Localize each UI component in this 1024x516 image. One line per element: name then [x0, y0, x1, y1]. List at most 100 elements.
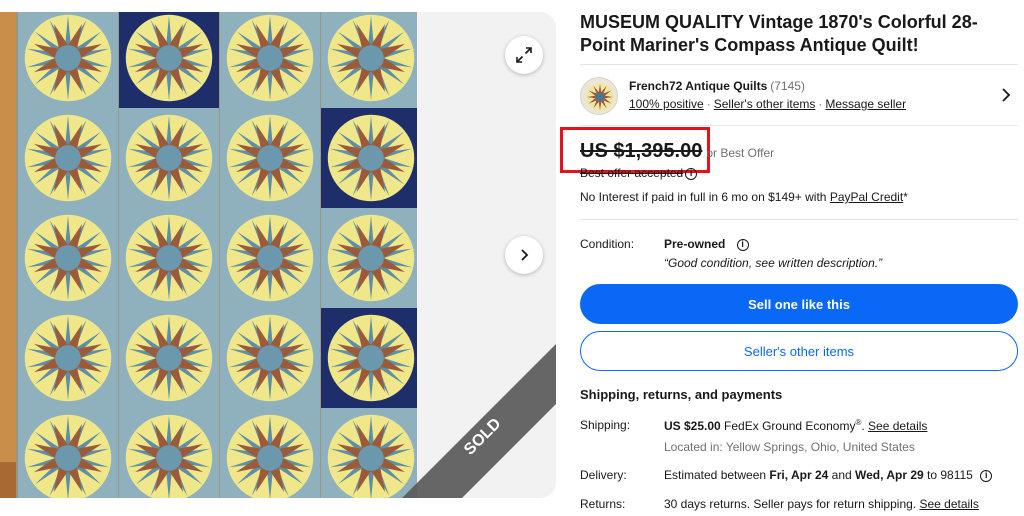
- item-location: Located in: Yellow Springs, Ohio, United…: [664, 440, 915, 454]
- delivery-label: Delivery:: [580, 468, 627, 482]
- seller-name-row: French72 Antique Quilts (7145): [629, 79, 805, 93]
- registered-mark: ®: [855, 418, 862, 427]
- expand-icon: [516, 47, 532, 63]
- quilt-block: [220, 12, 320, 108]
- compass-star-icon: [125, 14, 213, 102]
- compass-star-icon: [125, 414, 213, 498]
- credit-text: No Interest if paid in full in 6 mo on $…: [580, 190, 830, 204]
- delivery-start: Fri, Apr 24: [769, 468, 829, 482]
- info-icon[interactable]: i: [736, 238, 749, 251]
- quilt-block: [18, 208, 118, 308]
- compass-star-icon: [226, 14, 314, 102]
- compass-star-icon: [327, 14, 415, 102]
- compass-star-icon: [226, 314, 314, 402]
- paypal-credit-link[interactable]: PayPal Credit: [830, 190, 903, 204]
- compass-star-icon: [327, 114, 415, 202]
- shipping-service: FedEx Ground Economy: [720, 419, 856, 433]
- seller-links: 100% positive · Seller's other items · Messa…: [629, 97, 906, 111]
- compass-star-icon: [327, 414, 415, 498]
- delivery-and: and: [828, 468, 856, 482]
- compass-star-icon: [125, 214, 213, 302]
- shipping-heading: Shipping, returns, and payments: [580, 387, 783, 402]
- info-icon[interactable]: i: [685, 167, 698, 180]
- quilt-block: [321, 12, 417, 108]
- compass-star-icon: [226, 414, 314, 498]
- compass-star-icon: [24, 314, 112, 402]
- shipping-cost: US $25.00: [664, 419, 721, 433]
- shipping-value: US $25.00 FedEx Ground Economy®. See det…: [664, 418, 928, 433]
- next-image-button[interactable]: [505, 236, 543, 274]
- quilt-block: [119, 208, 219, 308]
- condition-text: Pre-owned: [664, 237, 726, 251]
- sold-badge: SOLD: [461, 415, 504, 458]
- returns-label: Returns:: [580, 497, 626, 511]
- quilt-block: [119, 108, 219, 208]
- quilt-block: [220, 408, 320, 498]
- separator: ·: [818, 97, 823, 111]
- seller-avatar[interactable]: [580, 77, 618, 115]
- quilt-block: [321, 108, 417, 208]
- seller-card[interactable]: French72 Antique Quilts (7145) 100% posit…: [580, 64, 1018, 126]
- offer-status-text: Best offer accepted: [580, 166, 684, 180]
- image-gallery[interactable]: SOLD: [0, 12, 556, 498]
- delivery-value: Estimated between Fri, Apr 24 and Wed, A…: [664, 468, 993, 482]
- compass-star-icon: [125, 314, 213, 402]
- background-floor: [0, 462, 16, 498]
- compass-star-icon: [24, 214, 112, 302]
- chevron-right-icon: [521, 249, 529, 261]
- returns-text: 30 days returns. Seller pays for return …: [664, 497, 920, 511]
- returns-details-link[interactable]: See details: [919, 497, 978, 511]
- seller-name[interactable]: French72 Antique Quilts: [629, 79, 767, 93]
- seller-feedback-count: (7145): [770, 79, 805, 93]
- offer-status: Best offer accepted i: [580, 166, 698, 180]
- quilt-block: [119, 408, 219, 498]
- condition-note: “Good condition, see written description…: [664, 256, 883, 270]
- seller-other-items-link[interactable]: Seller's other items: [714, 97, 816, 111]
- chevron-right-icon[interactable]: [1000, 87, 1012, 103]
- quilt-photo[interactable]: [16, 12, 417, 498]
- background-wall: [0, 12, 16, 498]
- sellers-other-items-button[interactable]: Seller's other items: [580, 331, 1018, 371]
- message-seller-link[interactable]: Message seller: [825, 97, 906, 111]
- delivery-zip: to 98115: [923, 468, 973, 482]
- divider: [580, 219, 1018, 220]
- quilt-block: [321, 308, 417, 408]
- listing-title: MUSEUM QUALITY Vintage 1870's Colorful 2…: [580, 12, 978, 55]
- separator: ·: [706, 97, 711, 111]
- shipping-details-link[interactable]: See details: [868, 419, 927, 433]
- compass-star-icon: [327, 214, 415, 302]
- compass-star-icon: [327, 314, 415, 402]
- quilt-block: [18, 108, 118, 208]
- seller-positive-link[interactable]: 100% positive: [629, 97, 704, 111]
- compass-star-icon: [125, 114, 213, 202]
- compass-star-icon: [226, 214, 314, 302]
- sell-one-like-this-button[interactable]: Sell one like this: [580, 284, 1018, 324]
- quilt-block: [119, 12, 219, 108]
- compass-star-icon: [226, 114, 314, 202]
- shipping-label: Shipping:: [580, 418, 631, 432]
- or-best-offer: or Best Offer: [706, 146, 775, 160]
- quilt-block: [18, 308, 118, 408]
- quilt-block: [18, 408, 118, 498]
- delivery-prefix: Estimated between: [664, 468, 770, 482]
- delivery-end: Wed, Apr 29: [855, 468, 924, 482]
- item-price: US $1,395.00: [580, 140, 703, 162]
- compass-logo-icon: [586, 83, 614, 111]
- condition-label: Condition:: [580, 237, 635, 251]
- quilt-block: [220, 208, 320, 308]
- quilt-block: [119, 308, 219, 408]
- quilt-block: [18, 12, 118, 108]
- compass-star-icon: [24, 114, 112, 202]
- compass-star-icon: [24, 14, 112, 102]
- quilt-block: [220, 108, 320, 208]
- compass-star-icon: [24, 414, 112, 498]
- quilt-block: [321, 208, 417, 308]
- returns-value: 30 days returns. Seller pays for return …: [664, 497, 979, 511]
- quilt-block: [321, 408, 417, 498]
- credit-asterisk: *: [903, 190, 908, 204]
- condition-value: Pre-owned i: [664, 237, 749, 251]
- info-icon[interactable]: i: [980, 469, 993, 482]
- quilt-block: [220, 308, 320, 408]
- expand-button[interactable]: [505, 36, 543, 74]
- credit-line: No Interest if paid in full in 6 mo on $…: [580, 190, 908, 204]
